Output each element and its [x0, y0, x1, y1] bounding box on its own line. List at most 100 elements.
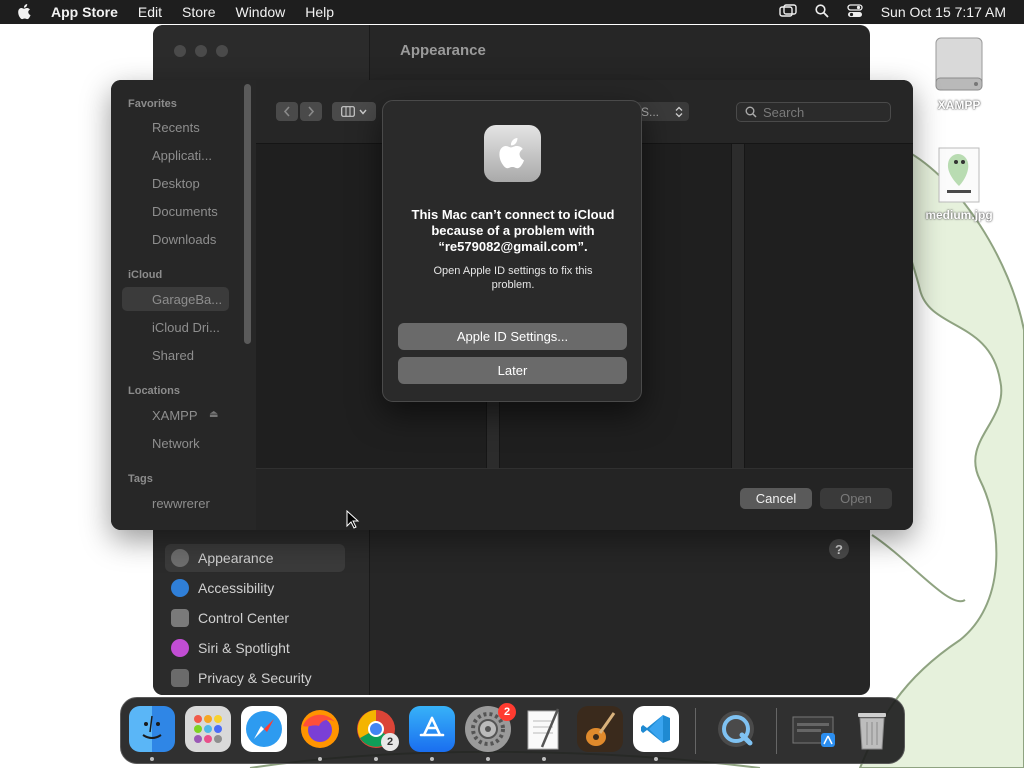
quicktime-icon: [718, 711, 754, 747]
sidebar-item-desktop[interactable]: Desktop: [152, 176, 200, 191]
drive-icon: [935, 37, 983, 91]
settings-item-label: Appearance: [198, 550, 274, 566]
finder-face-icon: [142, 715, 162, 739]
settings-item-label: Control Center: [198, 610, 290, 626]
dock-textedit[interactable]: [521, 706, 567, 752]
section-locations: Locations: [128, 385, 180, 397]
sidebar-scrollbar[interactable]: [244, 84, 251, 344]
guitar-icon: [586, 712, 616, 746]
control-center-settings-icon: [171, 609, 189, 627]
mouse-cursor-icon: [346, 510, 360, 529]
sidebar-item-network[interactable]: Network: [152, 436, 200, 451]
running-indicator: [654, 757, 658, 761]
section-tags: Tags: [128, 473, 153, 485]
siri-icon: [171, 639, 189, 657]
eject-icon[interactable]: ⏏: [209, 409, 218, 420]
desktop-icon-xampp[interactable]: XAMPP: [926, 34, 992, 112]
dock-launchpad[interactable]: [185, 706, 231, 752]
control-center-icon[interactable]: [847, 3, 863, 21]
alert-title: This Mac can’t connect to iCloud because…: [411, 207, 615, 254]
desktop-icon-medium-jpg[interactable]: medium.jpg: [922, 146, 996, 222]
settings-item-accessibility[interactable]: Accessibility: [165, 574, 345, 602]
menu-clock[interactable]: Sun Oct 15 7:17 AM: [881, 4, 1006, 20]
dock-downloads-stack[interactable]: [791, 706, 837, 752]
settings-item-label: Accessibility: [198, 580, 275, 596]
system-settings-badge: 2: [498, 703, 516, 721]
settings-item-privacy-security[interactable]: Privacy & Security: [165, 664, 345, 692]
screen-mirroring-icon[interactable]: [779, 3, 797, 21]
sidebar-item-garageband[interactable]: GarageBa...: [152, 292, 222, 307]
sidebar-item-applications[interactable]: Applicati...: [152, 148, 212, 163]
icloud-alert-dialog: This Mac can’t connect to iCloud because…: [382, 100, 642, 402]
launchpad-grid-icon: [194, 715, 222, 743]
column-divider[interactable]: [731, 144, 745, 468]
sidebar-item-downloads[interactable]: Downloads: [152, 232, 216, 247]
settings-item-label: Privacy & Security: [198, 670, 312, 686]
desktop-label: medium.jpg: [925, 208, 993, 222]
help-button[interactable]: ?: [829, 539, 849, 559]
privacy-hand-icon: [171, 669, 189, 687]
sidebar-item-documents[interactable]: Documents: [152, 204, 218, 219]
dock-separator: [776, 708, 777, 754]
running-indicator: [318, 757, 322, 761]
location-popup-value: S...: [641, 104, 660, 119]
dock-quicktime[interactable]: [713, 706, 759, 752]
dock-trash[interactable]: [849, 706, 895, 752]
chevron-down-icon: [359, 109, 367, 115]
back-button[interactable]: [276, 102, 298, 121]
trash-icon: [858, 713, 886, 750]
image-file-icon: [938, 147, 980, 203]
sidebar-item-xampp[interactable]: XAMPP: [152, 408, 198, 423]
dock-vscode[interactable]: [633, 706, 679, 752]
minimize-window-button[interactable]: [195, 45, 207, 57]
search-placeholder: Search: [763, 104, 805, 120]
running-indicator: [486, 757, 490, 761]
appearance-icon: [171, 549, 189, 567]
menu-app-store[interactable]: App Store: [51, 4, 118, 20]
view-mode-button[interactable]: [332, 102, 376, 121]
columns-view-icon: [341, 106, 355, 117]
downloads-stack-icon: [792, 716, 835, 747]
open-button[interactable]: Open: [820, 488, 892, 509]
settings-item-control-center[interactable]: Control Center: [165, 604, 345, 632]
menu-window[interactable]: Window: [235, 4, 285, 20]
apple-logo-icon[interactable]: [17, 3, 37, 21]
zoom-window-button[interactable]: [216, 45, 228, 57]
sidebar-item-tag[interactable]: rewwrerer: [152, 496, 210, 511]
up-down-chevron-icon: [675, 106, 683, 117]
firefox-icon: [301, 710, 339, 748]
spotlight-search-icon[interactable]: [815, 3, 829, 21]
sidebar-item-icloud-drive[interactable]: iCloud Dri...: [152, 320, 220, 335]
chevron-right-icon: [308, 106, 315, 117]
cancel-button[interactable]: Cancel: [740, 488, 812, 509]
settings-item-siri-spotlight[interactable]: Siri & Spotlight: [165, 634, 345, 662]
dock-separator: [695, 708, 696, 754]
section-favorites: Favorites: [128, 98, 177, 110]
later-button[interactable]: Later: [398, 357, 627, 384]
dock-garageband[interactable]: [577, 706, 623, 752]
chevron-left-icon: [283, 106, 290, 117]
sidebar-item-shared[interactable]: Shared: [152, 348, 194, 363]
dock-finder[interactable]: [129, 706, 175, 752]
close-window-button[interactable]: [174, 45, 186, 57]
alert-message: Open Apple ID settings to fix this probl…: [433, 265, 593, 291]
sidebar-item-recents[interactable]: Recents: [152, 120, 200, 135]
dock-firefox[interactable]: [297, 706, 343, 752]
forward-button[interactable]: [300, 102, 322, 121]
apple-id-settings-button[interactable]: Apple ID Settings...: [398, 323, 627, 350]
running-indicator: [150, 757, 154, 761]
dock: 2 2: [120, 697, 905, 764]
menu-bar: App Store Edit Store Window Help Sun Oct…: [0, 0, 1024, 24]
accessibility-icon: [171, 579, 189, 597]
dock-safari[interactable]: [241, 706, 287, 752]
location-popup[interactable]: S...: [635, 102, 689, 121]
settings-page-title: Appearance: [400, 42, 486, 59]
running-indicator: [374, 757, 378, 761]
menu-help[interactable]: Help: [305, 4, 334, 20]
settings-item-appearance[interactable]: Appearance: [165, 544, 345, 572]
menu-store[interactable]: Store: [182, 4, 215, 20]
dock-app-store[interactable]: [409, 706, 455, 752]
running-indicator: [542, 757, 546, 761]
menu-edit[interactable]: Edit: [138, 4, 162, 20]
search-field[interactable]: Search: [736, 102, 891, 122]
